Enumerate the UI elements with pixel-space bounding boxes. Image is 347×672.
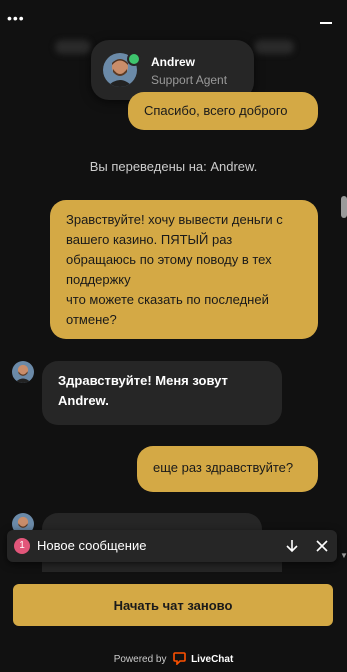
minimize-icon[interactable]: [320, 22, 332, 24]
powered-by-text: Powered by: [113, 654, 167, 666]
more-dots-icon[interactable]: •••: [7, 10, 25, 26]
outgoing-message: Спасибо, всего доброго: [128, 92, 318, 130]
system-message: Вы переведены на: Andrew.: [89, 159, 258, 174]
new-message-notification[interactable]: 1 Новое сообщение: [7, 530, 337, 562]
new-message-count-badge: 1: [14, 538, 30, 554]
blurred-header-text: [254, 40, 294, 54]
outgoing-message: Зравствуйте! хочу вывести деньги с вашег…: [50, 200, 318, 339]
outgoing-message: еще раз здравствуйте?: [137, 446, 318, 492]
chat-header: •••: [0, 0, 347, 40]
agent-role: Support Agent: [151, 73, 228, 87]
message-text: Спасибо, всего доброго: [144, 103, 288, 118]
message-text: Здравствуйте! Меня зовут Andrew.: [58, 373, 228, 408]
livechat-logo-icon: [173, 652, 187, 666]
agent-card: Andrew Support Agent: [91, 40, 254, 100]
scroll-down-arrow-icon[interactable]: ▼: [340, 551, 347, 560]
restart-chat-button[interactable]: Начать чат заново: [13, 584, 333, 626]
scrollbar-thumb[interactable]: [341, 196, 347, 218]
scrollbar-track[interactable]: [339, 40, 347, 560]
incoming-message-partial: [42, 562, 282, 572]
arrow-down-icon[interactable]: [283, 536, 301, 556]
close-icon[interactable]: [313, 536, 331, 556]
message-text: Зравствуйте! хочу вывести деньги с вашег…: [66, 212, 283, 327]
new-message-label: Новое сообщение: [37, 538, 147, 553]
agent-avatar-small: [12, 361, 34, 383]
message-text: еще раз здравствуйте?: [153, 460, 294, 475]
incoming-message: Здравствуйте! Меня зовут Andrew.: [42, 361, 282, 425]
powered-by-footer[interactable]: Powered by LiveChat: [0, 652, 347, 667]
agent-name: Andrew: [151, 55, 196, 69]
livechat-brand: LiveChat: [191, 654, 234, 666]
blurred-header-text: [55, 40, 91, 54]
online-status-indicator: [127, 52, 141, 66]
